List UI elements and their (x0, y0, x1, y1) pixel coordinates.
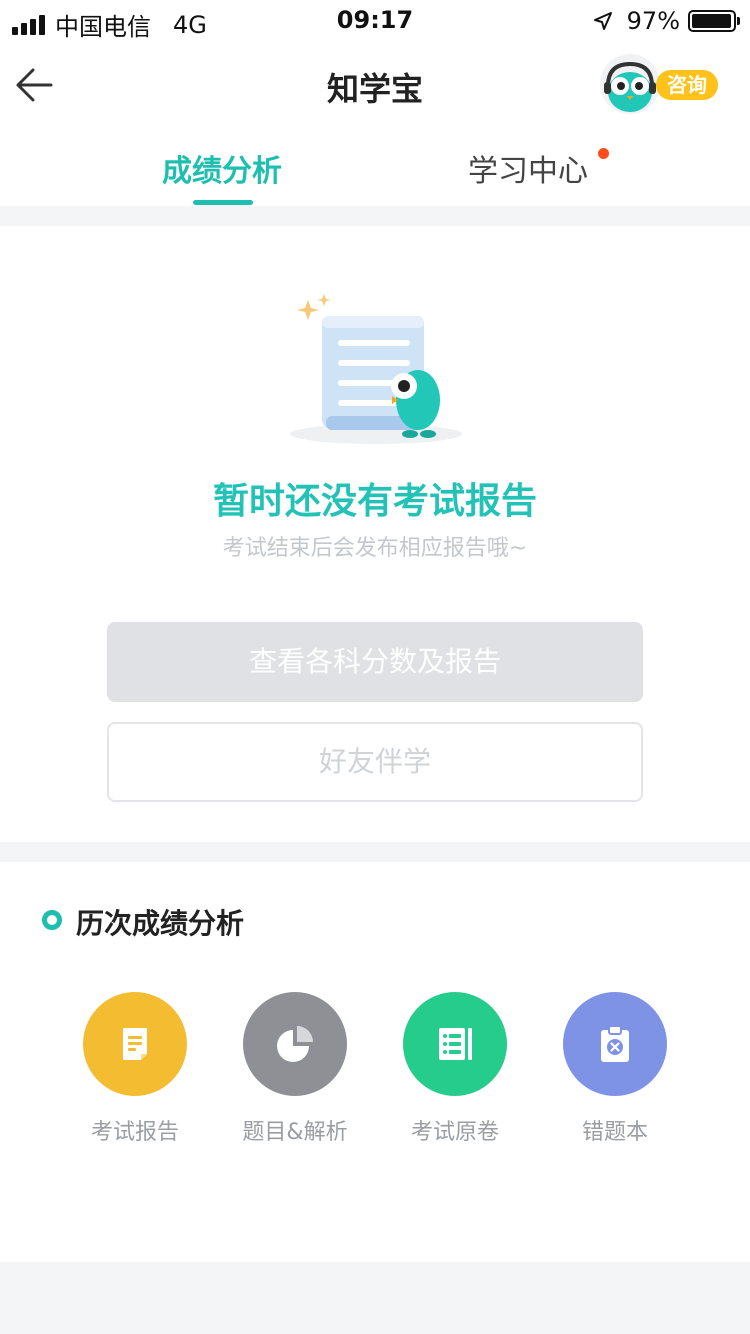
app-screen: 中国电信 4G 09:17 97% 知学宝 咨询 成绩分析 学习中心 暂时还没有… (0, 0, 750, 1334)
original-paper-circle (403, 992, 507, 1096)
nav-bar: 知学宝 咨询 (0, 40, 750, 132)
clipboard-x-icon (601, 1025, 629, 1062)
history-analysis-section: 历次成绩分析 考试报告 题目&解析 考试原卷 错题本 (0, 862, 750, 1262)
status-bar: 中国电信 4G 09:17 97% (0, 0, 750, 41)
original-paper-entry[interactable]: 考试原卷 (375, 992, 535, 1146)
active-tab-indicator (193, 200, 253, 205)
questions-analysis-entry[interactable]: 题目&解析 (215, 992, 375, 1146)
notification-dot (598, 148, 609, 159)
battery-percent: 97% (626, 7, 680, 35)
mistakes-book-circle (563, 992, 667, 1096)
document-icon (123, 1028, 147, 1060)
questions-analysis-label: 题目&解析 (242, 1120, 348, 1145)
section-bullet (42, 910, 62, 930)
exam-report-label: 考试报告 (90, 1120, 179, 1145)
tab-study-center[interactable]: 学习中心 (468, 146, 588, 204)
status-right: 97% (593, 7, 740, 35)
original-paper-label: 考试原卷 (410, 1120, 499, 1145)
exam-report-entry[interactable]: 考试报告 (55, 992, 215, 1146)
exam-report-circle (83, 992, 187, 1096)
questions-analysis-circle (243, 992, 347, 1096)
empty-state-subtitle: 考试结束后会发布相应报告哦~ (222, 536, 528, 561)
study-with-friends-button[interactable]: 好友伴学 (107, 722, 643, 802)
view-scores-button[interactable]: 查看各科分数及报告 (107, 622, 643, 702)
tab-score-analysis[interactable]: 成绩分析 (162, 146, 282, 204)
battery-icon (688, 10, 740, 32)
tab-bar: 成绩分析 学习中心 (0, 132, 750, 206)
battery-fill (692, 14, 731, 28)
consult-button[interactable]: 咨询 (598, 52, 722, 116)
mistakes-book-entry[interactable]: 错题本 (535, 992, 695, 1146)
location-arrow-icon (593, 11, 613, 31)
list-icon (439, 1028, 472, 1060)
consult-label: 咨询 (656, 70, 718, 100)
empty-report-owl-icon (290, 294, 462, 444)
section-title: 历次成绩分析 (76, 907, 245, 940)
pie-chart-icon (277, 1026, 313, 1062)
mistakes-book-label: 错题本 (581, 1120, 648, 1145)
owl-headset-icon (600, 54, 660, 114)
empty-state-title: 暂时还没有考试报告 (212, 481, 537, 522)
empty-report-panel: 暂时还没有考试报告 考试结束后会发布相应报告哦~ 查看各科分数及报告 好友伴学 (0, 226, 750, 842)
